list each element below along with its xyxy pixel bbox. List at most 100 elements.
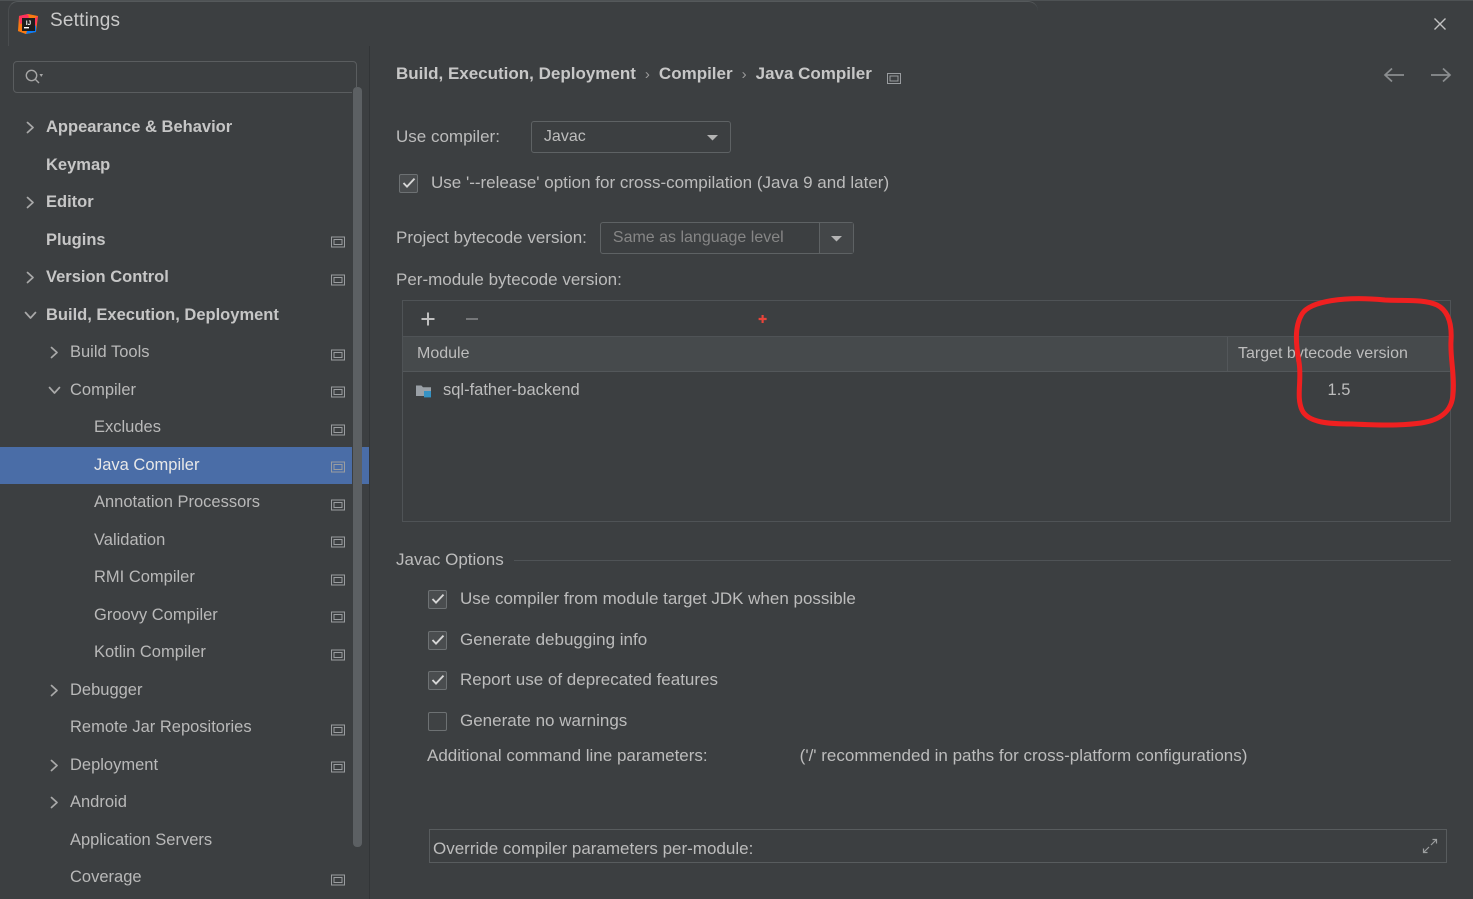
sidebar-item-plugins[interactable]: Plugins [0,222,369,260]
sidebar-item-kotlin-compiler[interactable]: Kotlin Compiler [0,634,369,672]
chevron-right-icon[interactable] [46,795,62,811]
table-row[interactable]: sql-father-backend 1.5 [403,372,1450,408]
project-bytecode-select[interactable]: Same as language level [599,222,854,254]
sidebar-item-debugger[interactable]: Debugger [0,672,369,710]
sidebar-item-java-compiler[interactable]: Java Compiler [0,446,369,484]
settings-sync-badge-icon[interactable] [331,272,345,286]
sidebar-item-label: Debugger [70,680,143,699]
mouse-cursor-marker: ✚ [758,314,768,326]
sidebar-item-label: Android [70,793,127,812]
sidebar-item-application-servers[interactable]: Application Servers [0,822,369,860]
settings-sync-badge-icon[interactable] [331,872,345,886]
additional-params-label: Additional command line parameters: [427,746,708,765]
sidebar-item-label: Version Control [46,268,169,287]
generate-debugging-info-label: Generate debugging info [460,630,648,649]
remove-module-button[interactable] [461,308,483,330]
use-compiler-select[interactable]: Javac [530,121,731,153]
search-input[interactable] [48,68,356,86]
use-module-target-jdk-checkbox[interactable] [428,589,447,609]
sidebar-item-label: Editor [46,193,94,212]
chevron-down-icon[interactable] [22,307,38,323]
sidebar-item-annotation-processors[interactable]: Annotation Processors [0,484,369,522]
settings-sync-badge-icon[interactable] [331,572,345,586]
sidebar-item-remote-jar-repositories[interactable]: Remote Jar Repositories [0,709,369,747]
sidebar-item-label: Excludes [94,418,161,437]
settings-sync-badge-icon[interactable] [331,760,345,773]
generate-debugging-info-checkbox[interactable] [428,630,447,650]
column-header-target-bytecode-version[interactable]: Target bytecode version [1228,337,1450,371]
sidebar-scrollbar-thumb[interactable] [353,87,362,847]
column-header-module[interactable]: Module [403,337,1228,371]
sidebar-item-rmi-compiler[interactable]: RMI Compiler [0,559,369,597]
breadcrumb-item-build[interactable]: Build, Execution, Deployment [396,64,636,84]
expand-editor-icon[interactable] [1422,838,1438,859]
sidebar-item-deployment[interactable]: Deployment [0,747,369,785]
breadcrumb: Build, Execution, Deployment › Compiler … [396,64,901,84]
chevron-right-icon[interactable] [46,757,62,773]
override-params-label-row: Override compiler parameters per-module: [433,839,753,859]
settings-sync-badge-icon[interactable] [331,422,345,436]
chevron-right-icon[interactable] [22,120,38,136]
table-toolbar: ✚ [403,301,1450,337]
sidebar-item-build-execution-deployment[interactable]: Build, Execution, Deployment [0,297,369,335]
search-box[interactable] [13,61,357,93]
use-compiler-label: Use compiler: [396,127,500,146]
sidebar-item-appearance-behavior[interactable]: Appearance & Behavior [0,109,369,147]
settings-sync-badge-icon[interactable] [331,385,345,398]
sidebar-item-coverage[interactable]: Coverage [0,859,369,897]
chevron-right-icon[interactable] [46,682,62,698]
arrow-right-icon[interactable] [1429,66,1452,86]
sidebar-item-build-tools[interactable]: Build Tools [0,334,369,372]
settings-sync-badge-icon[interactable] [331,347,345,361]
sidebar-item-editor[interactable]: Editor [0,184,369,222]
add-module-button[interactable] [417,308,439,330]
settings-sync-badge-icon[interactable] [331,235,345,248]
use-compiler-value: Javac [543,128,586,145]
release-option-checkbox[interactable] [399,173,418,193]
override-params-label: Override compiler parameters per-module: [433,839,754,858]
settings-sync-badge-icon[interactable] [331,722,345,736]
table-cell-target-version[interactable]: 1.5 [1228,381,1450,400]
use-module-target-jdk-label: Use compiler from module target JDK when… [460,589,856,608]
chevron-right-icon[interactable] [22,195,38,211]
breadcrumb-item-compiler[interactable]: Compiler [659,64,733,84]
table-header-row: Module Target bytecode version [403,337,1450,372]
breadcrumb-separator: › [644,65,650,83]
sidebar-item-validation[interactable]: Validation [0,522,369,560]
module-name: sql-father-backend [443,380,580,399]
generate-no-warnings-checkbox[interactable] [428,711,447,731]
sidebar-item-version-control[interactable]: Version Control [0,259,369,297]
chevron-right-icon[interactable] [46,345,62,361]
chevron-right-icon[interactable] [22,270,38,286]
settings-sync-badge-icon[interactable] [331,497,345,511]
settings-sync-badge-icon[interactable] [331,647,345,661]
sidebar-item-compiler[interactable]: Compiler [0,372,369,410]
additional-params-hint: ('/' recommended in paths for cross-plat… [799,746,1248,765]
report-deprecated-features-checkbox[interactable] [428,670,447,690]
sidebar-item-label: Kotlin Compiler [94,643,206,662]
arrow-left-icon[interactable] [1382,66,1404,86]
project-bytecode-label: Project bytecode version: [396,228,587,247]
close-button[interactable] [1425,9,1455,39]
settings-sync-badge-icon[interactable] [886,69,901,84]
title-bar: IJ Settings [0,0,1473,47]
project-bytecode-value: Same as language level [612,229,784,246]
sidebar-item-android[interactable]: Android [0,784,369,822]
sidebar-item-label: Appearance & Behavior [46,118,233,137]
sidebar-item-groovy-compiler[interactable]: Groovy Compiler [0,597,369,635]
sidebar-item-excludes[interactable]: Excludes [0,409,369,447]
javac-checkbox-row-0: Use compiler from module target JDK when… [428,589,856,609]
sidebar-item-keymap[interactable]: Keymap [0,147,369,185]
chevron-down-icon[interactable] [46,382,62,398]
per-module-bytecode-table: ✚ Module Target bytecode version sql-fat… [402,300,1451,522]
settings-sync-badge-icon[interactable] [331,610,345,623]
use-compiler-row: Use compiler: Javac [396,121,731,153]
settings-sync-badge-icon[interactable] [331,460,345,473]
group-divider [513,559,1451,561]
settings-sync-badge-icon[interactable] [331,535,345,548]
sidebar-item-label: Java Compiler [94,455,200,474]
